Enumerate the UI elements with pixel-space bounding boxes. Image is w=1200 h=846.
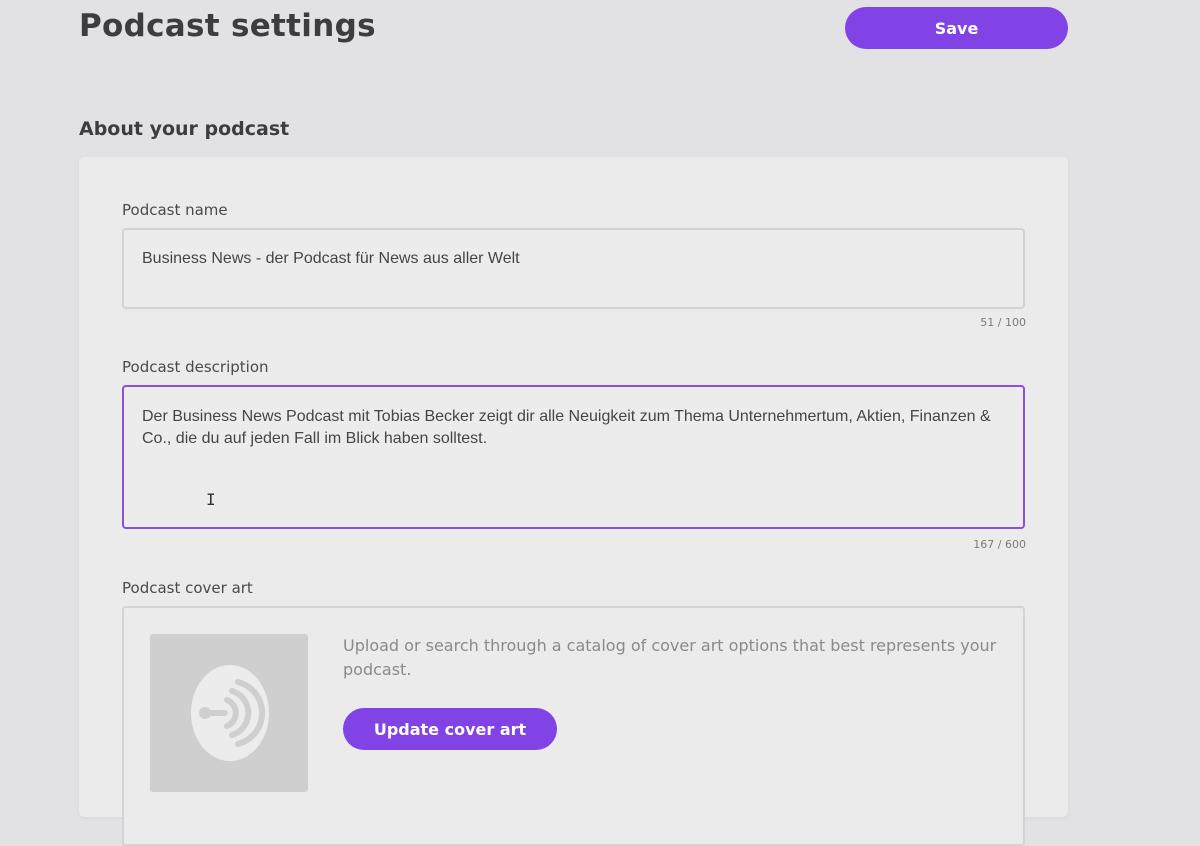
settings-card: Podcast name Business News - der Podcast… (79, 157, 1068, 846)
text-cursor-icon: I (206, 490, 216, 509)
section-heading: About your podcast (79, 118, 290, 140)
cover-art-placeholder[interactable] (150, 634, 308, 792)
save-button[interactable]: Save (845, 7, 1068, 49)
podcast-name-input[interactable]: Business News - der Podcast für News aus… (122, 228, 1025, 309)
podcast-description-counter: 167 / 600 (973, 538, 1026, 551)
podcast-description-textarea[interactable]: Der Business News Podcast mit Tobias Bec… (122, 385, 1025, 529)
podcast-cover-label: Podcast cover art (122, 579, 253, 597)
podcast-description-label: Podcast description (122, 358, 269, 376)
cover-art-box: Upload or search through a catalog of co… (122, 606, 1025, 846)
page-title: Podcast settings (79, 8, 376, 44)
cover-art-help-text: Upload or search through a catalog of co… (343, 636, 997, 679)
podcast-name-label: Podcast name (122, 201, 228, 219)
podcast-description-text: Der Business News Podcast mit Tobias Bec… (142, 408, 991, 447)
podcast-signal-icon (191, 665, 269, 761)
update-cover-art-button[interactable]: Update cover art (343, 708, 557, 750)
podcast-name-counter: 51 / 100 (980, 316, 1026, 329)
